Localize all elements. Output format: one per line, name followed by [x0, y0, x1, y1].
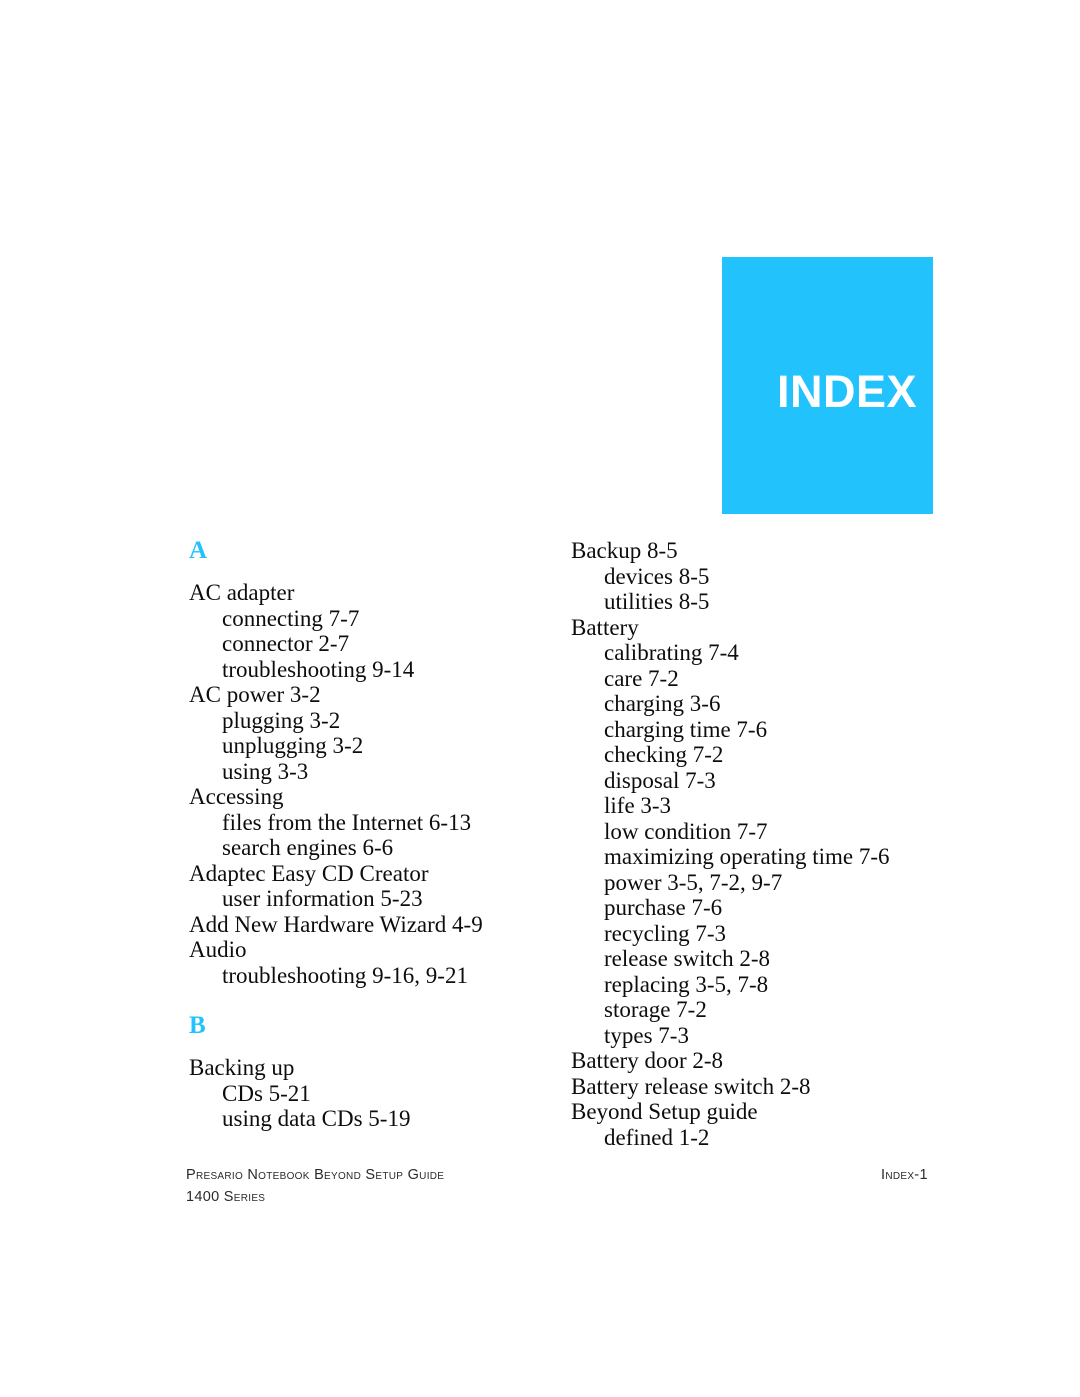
index-banner: INDEX [722, 257, 933, 514]
document-page: INDEX A AC adapter connecting 7-7 connector… [0, 0, 1080, 1397]
index-letter-heading-b: B [189, 1012, 206, 1039]
index-entry: checking 7-2 [604, 742, 724, 767]
footer-series: 1400 Series [186, 1189, 266, 1205]
index-entry: maximizing operating time 7-6 [604, 844, 890, 869]
index-entry: types 7-3 [604, 1022, 689, 1048]
index-entry: care 7-2 [604, 665, 679, 691]
index-entry-list: Backing up CDs 5-21 using data CDs 5-19 [189, 1055, 549, 1132]
index-entry: plugging 3-2 [222, 707, 341, 733]
index-entry: connector 2-7 [222, 631, 350, 656]
index-entry: Beyond Setup guide [571, 1099, 758, 1124]
index-entry: search engines 6-6 [222, 835, 394, 860]
index-entry: power 3-5, 7-2, 9-7 [604, 869, 783, 895]
index-column-right: Backup 8-5 devices 8-5 utilities 8-5 Batter… [571, 538, 971, 1150]
index-entry: Adaptec Easy CD Creator [189, 860, 429, 886]
index-entry: unplugging 3-2 [222, 733, 364, 758]
index-entry-list: AC adapter connecting 7-7 connector 2-7 tro… [189, 580, 549, 988]
index-entry: low condition 7-7 [604, 818, 768, 844]
index-entry: life 3-3 [604, 793, 672, 818]
index-entry: release switch 2-8 [604, 946, 771, 971]
index-entry: using 3-3 [222, 758, 309, 784]
index-entry: CDs 5-21 [222, 1080, 311, 1106]
index-entry: connecting 7-7 [222, 605, 360, 631]
index-entry: charging time 7-6 [604, 716, 768, 742]
index-entry: user information 5-23 [222, 886, 423, 911]
index-entry: charging 3-6 [604, 691, 721, 716]
index-entry-list: Backup 8-5 devices 8-5 utilities 8-5 Batter… [571, 538, 971, 1150]
index-entry: purchase 7-6 [604, 895, 723, 920]
index-entry: Audio [189, 937, 247, 962]
index-entry: Accessing [189, 784, 284, 809]
footer-left: Presario Notebook Beyond Setup Guide 140… [186, 1164, 444, 1208]
index-entry: disposal 7-3 [604, 767, 716, 793]
index-entry: AC power 3-2 [189, 682, 321, 707]
index-entry: replacing 3-5, 7-8 [604, 971, 769, 997]
footer-product-title: Presario Notebook Beyond Setup Guide [186, 1167, 445, 1183]
index-entry: storage 7-2 [604, 997, 707, 1022]
footer-page-number: Index-1 [881, 1167, 928, 1183]
index-entry: recycling 7-3 [604, 920, 726, 946]
index-entry: Backing up [189, 1055, 295, 1080]
index-entry: utilities 8-5 [604, 589, 710, 614]
index-letter-heading-a: A [189, 537, 208, 564]
index-banner-title: INDEX [776, 366, 917, 417]
index-entry: Battery [571, 614, 639, 640]
index-entry: Battery door 2-8 [571, 1048, 724, 1073]
index-column-left: A AC adapter connecting 7-7 connector 2-7 tr… [189, 538, 549, 1132]
index-entry: troubleshooting 9-16, 9-21 [222, 962, 468, 988]
index-entry: Add New Hardware Wizard 4-9 [189, 911, 483, 937]
index-entry: using data CDs 5-19 [222, 1106, 411, 1131]
index-entry: defined 1-2 [604, 1124, 710, 1150]
index-entry: AC adapter [189, 580, 295, 605]
index-entry: files from the Internet 6-13 [222, 809, 472, 835]
index-entry: troubleshooting 9-14 [222, 656, 415, 682]
index-entry: calibrating 7-4 [604, 640, 739, 665]
index-entry: devices 8-5 [604, 563, 710, 589]
index-entry: Battery release switch 2-8 [571, 1073, 811, 1099]
index-entry: Backup 8-5 [571, 538, 678, 563]
page-footer: Presario Notebook Beyond Setup Guide 140… [0, 1164, 1080, 1224]
